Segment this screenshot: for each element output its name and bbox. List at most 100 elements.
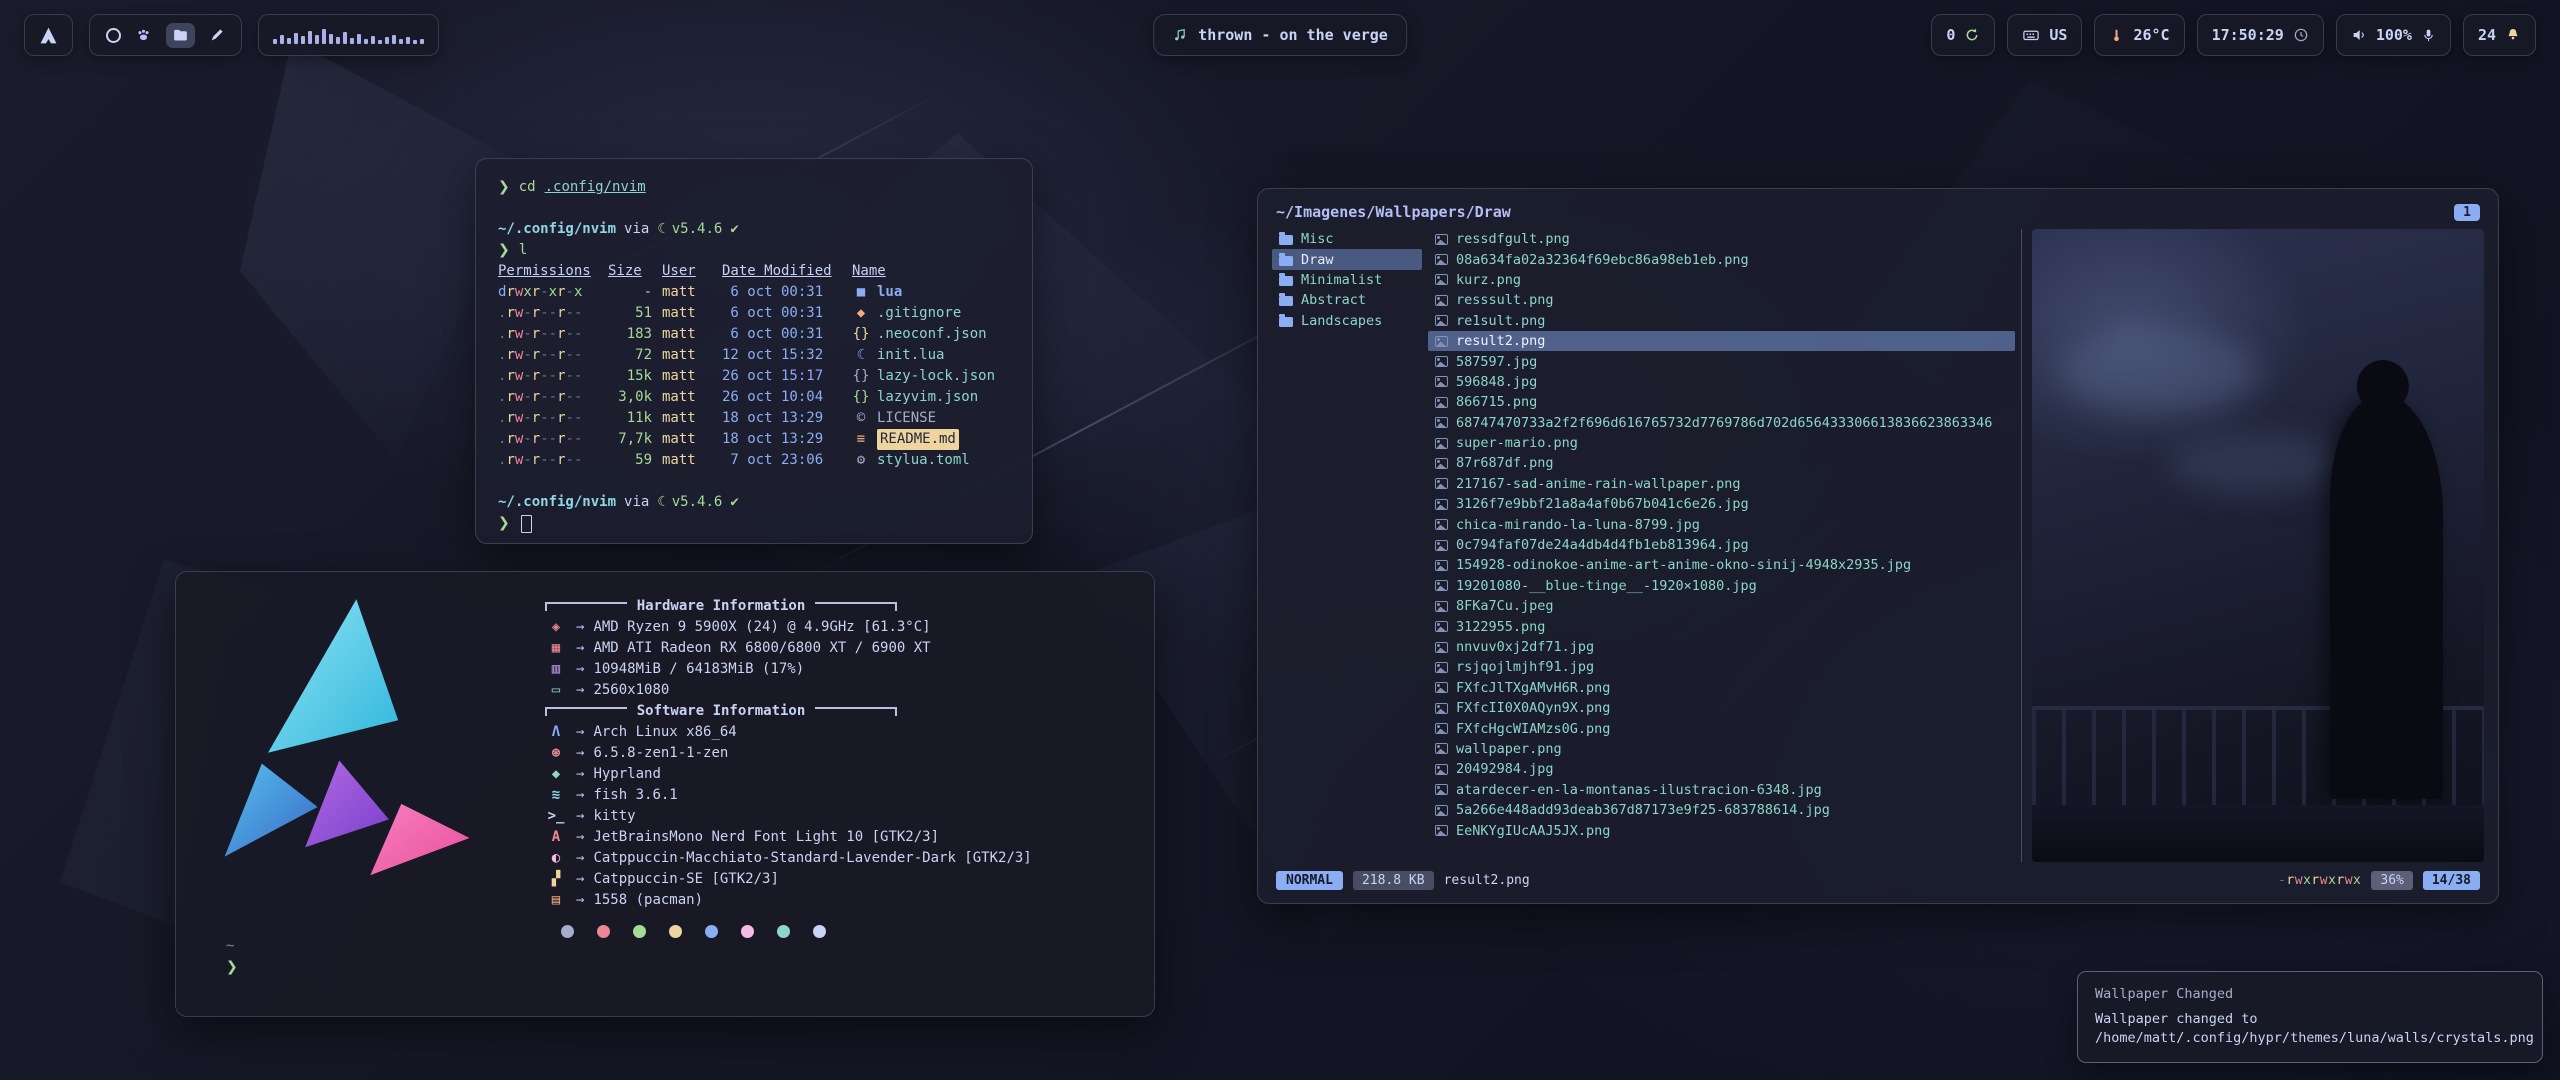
file-item[interactable]: wallpaper.png — [1428, 739, 2015, 759]
workspace-pencil-icon[interactable] — [209, 27, 225, 43]
file-item[interactable]: 3126f7e9bbf21a8a4af0b67b041c6e26.jpg — [1428, 494, 2015, 514]
file-name: LICENSE — [877, 408, 936, 429]
launcher-button[interactable] — [24, 14, 73, 56]
directory-name: Abstract — [1301, 292, 1366, 308]
file-item[interactable]: chica-mirando-la-luna-8799.jpg — [1428, 514, 2015, 534]
visualizer-bar — [378, 40, 382, 44]
file-name: ressdfgult.png — [1456, 231, 1570, 247]
updates-module[interactable]: 0 — [1931, 14, 1995, 56]
file-item[interactable]: FXfcJlTXgAMvH6R.png — [1428, 678, 2015, 698]
directory-item[interactable]: Abstract — [1272, 290, 1422, 310]
fetch-info-panel: Hardware Information ◈ → AMD Ryzen 9 590… — [545, 596, 1130, 992]
directory-name: Misc — [1301, 231, 1334, 247]
file-item[interactable]: ressdfgult.png — [1428, 229, 2015, 249]
clock-module[interactable]: 17:50:29 — [2197, 14, 2324, 56]
visualizer-bar — [392, 35, 396, 44]
image-file-icon — [1435, 560, 1448, 571]
info-text: 10948MiB / 64183MiB (17%) — [593, 659, 804, 680]
info-line: ◆ → Hyprland — [545, 764, 1130, 785]
file-name: 217167-sad-anime-rain-wallpaper.png — [1456, 476, 1740, 492]
audio-visualizer-module[interactable] — [258, 14, 439, 56]
arrow-icon: → — [576, 806, 584, 827]
notification-title: Wallpaper Changed — [2095, 985, 2525, 1005]
info-line: ▦ → AMD ATI Radeon RX 6800/6800 XT / 690… — [545, 638, 1130, 659]
info-icon: ▞ — [545, 869, 567, 890]
volume-module[interactable]: 100% — [2336, 14, 2451, 56]
fetch-terminal-window[interactable]: ~ ❯ Hardware Information ◈ → AMD Ryzen 9… — [175, 571, 1155, 1017]
ls-row: .rw-r--r-- 72 matt 12 oct 15:32 ☾ init.l… — [498, 345, 1010, 366]
file-item[interactable]: 08a634fa02a32364f69ebc86a98eb1eb.png — [1428, 249, 2015, 269]
file-item[interactable]: 866715.png — [1428, 392, 2015, 412]
image-file-icon — [1435, 621, 1448, 632]
file-owner: matt — [662, 366, 712, 387]
file-item[interactable]: resssult.png — [1428, 290, 2015, 310]
workspace-circle-icon[interactable] — [106, 28, 121, 43]
notification-popup[interactable]: Wallpaper Changed Wallpaper changed to /… — [2077, 971, 2543, 1063]
command: l — [519, 240, 527, 261]
prompt-path: ~ — [226, 936, 238, 957]
visualizer-bar — [406, 37, 410, 44]
file-type-icon: © — [852, 408, 870, 429]
color-dot — [741, 925, 754, 938]
directory-item[interactable]: Misc — [1272, 229, 1422, 249]
file-item[interactable]: 154928-odinokoe-anime-art-anime-okno-sin… — [1428, 555, 2015, 575]
ls-output: drwxr-xr-x - matt 6 oct 00:31 ■ lua .rw-… — [498, 282, 1010, 471]
file-item[interactable]: 68747470733a2f2f696d616765732d7769786d70… — [1428, 413, 2015, 433]
directory-item[interactable]: Draw — [1272, 249, 1422, 269]
file-permissions: .rw-r--r-- — [498, 366, 598, 387]
file-item[interactable]: EeNKYgIUcAAJ5JX.png — [1428, 820, 2015, 840]
file-manager-body: Misc Draw Minimalist Abstract Landscapes… — [1272, 229, 2484, 862]
keyboard-layout-module[interactable]: US — [2007, 14, 2082, 56]
updates-icon — [1964, 27, 1980, 43]
file-item[interactable]: FXfcHgcWIAMzs0G.png — [1428, 718, 2015, 738]
info-icon: ◐ — [545, 848, 567, 869]
file-item[interactable]: 8FKa7Cu.jpeg — [1428, 596, 2015, 616]
info-line: ▥ → 10948MiB / 64183MiB (17%) — [545, 659, 1130, 680]
directory-item[interactable]: Landscapes — [1272, 311, 1422, 331]
file-type-icon: ☾ — [852, 345, 870, 366]
file-item[interactable]: 0c794faf07de24a4db4d4fb1eb813964.jpg — [1428, 535, 2015, 555]
file-item[interactable]: 87r687df.png — [1428, 453, 2015, 473]
file-item[interactable]: super-mario.png — [1428, 433, 2015, 453]
file-item[interactable]: 20492984.jpg — [1428, 759, 2015, 779]
workspace-paw-icon[interactable] — [135, 27, 152, 44]
file-item[interactable]: 596848.jpg — [1428, 372, 2015, 392]
visualizer-bar — [301, 36, 305, 44]
file-name: 3122955.png — [1456, 619, 1545, 635]
file-item[interactable]: 217167-sad-anime-rain-wallpaper.png — [1428, 474, 2015, 494]
music-player-module[interactable]: thrown - on the verge — [1153, 14, 1407, 56]
directory-item[interactable]: Minimalist — [1272, 270, 1422, 290]
file-name: FXfcII0X0AQyn9X.png — [1456, 700, 1610, 716]
weather-module[interactable]: 26°C — [2094, 14, 2184, 56]
file-item[interactable]: 587597.jpg — [1428, 351, 2015, 371]
visualizer-bar — [343, 32, 347, 44]
file-name: stylua.toml — [877, 450, 970, 471]
info-line: ▤ → 1558 (pacman) — [545, 890, 1130, 911]
visualizer-bar — [350, 38, 354, 44]
info-icon: ▦ — [545, 638, 567, 659]
file-item[interactable]: FXfcII0X0AQyn9X.png — [1428, 698, 2015, 718]
info-icon: Λ — [545, 722, 567, 743]
shell-prompt: ~/.config/nvim via ☾ v5.4.6 ✔ — [498, 492, 1010, 513]
file-item[interactable]: rsjqojlmjhf91.jpg — [1428, 657, 2015, 677]
terminal-color-palette — [561, 925, 1130, 938]
image-file-icon — [1435, 499, 1448, 510]
clock-time: 17:50:29 — [2212, 26, 2284, 44]
file-list-pane: ressdfgult.png 08a634fa02a32364f69ebc86a… — [1428, 229, 2022, 862]
file-item[interactable]: 19201080-__blue-tinge__-1920×1080.jpg — [1428, 576, 2015, 596]
terminal-window[interactable]: ❯ cd .config/nvim ~/.config/nvim via ☾ v… — [475, 158, 1033, 544]
file-item[interactable]: re1sult.png — [1428, 311, 2015, 331]
file-item[interactable]: kurz.png — [1428, 270, 2015, 290]
file-item[interactable]: nnvuv0xj2df71.jpg — [1428, 637, 2015, 657]
file-item[interactable]: 3122955.png — [1428, 616, 2015, 636]
file-manager-window[interactable]: ~/Imagenes/Wallpapers/Draw 1 Misc Draw M… — [1257, 188, 2499, 904]
file-item[interactable]: atardecer-en-la-montanas-ilustracion-634… — [1428, 780, 2015, 800]
workspace-folder-active[interactable] — [166, 23, 195, 48]
tab-badge[interactable]: 1 — [2454, 204, 2480, 221]
notifications-module[interactable]: 24 — [2463, 14, 2536, 56]
file-item[interactable]: result2.png — [1428, 331, 2015, 351]
file-item[interactable]: 5a266e448add93deab367d87173e9f25-6837886… — [1428, 800, 2015, 820]
input-line[interactable]: ❯ — [498, 513, 1010, 534]
lua-version: v5.4.6 — [672, 492, 723, 513]
bell-icon — [2505, 27, 2521, 43]
